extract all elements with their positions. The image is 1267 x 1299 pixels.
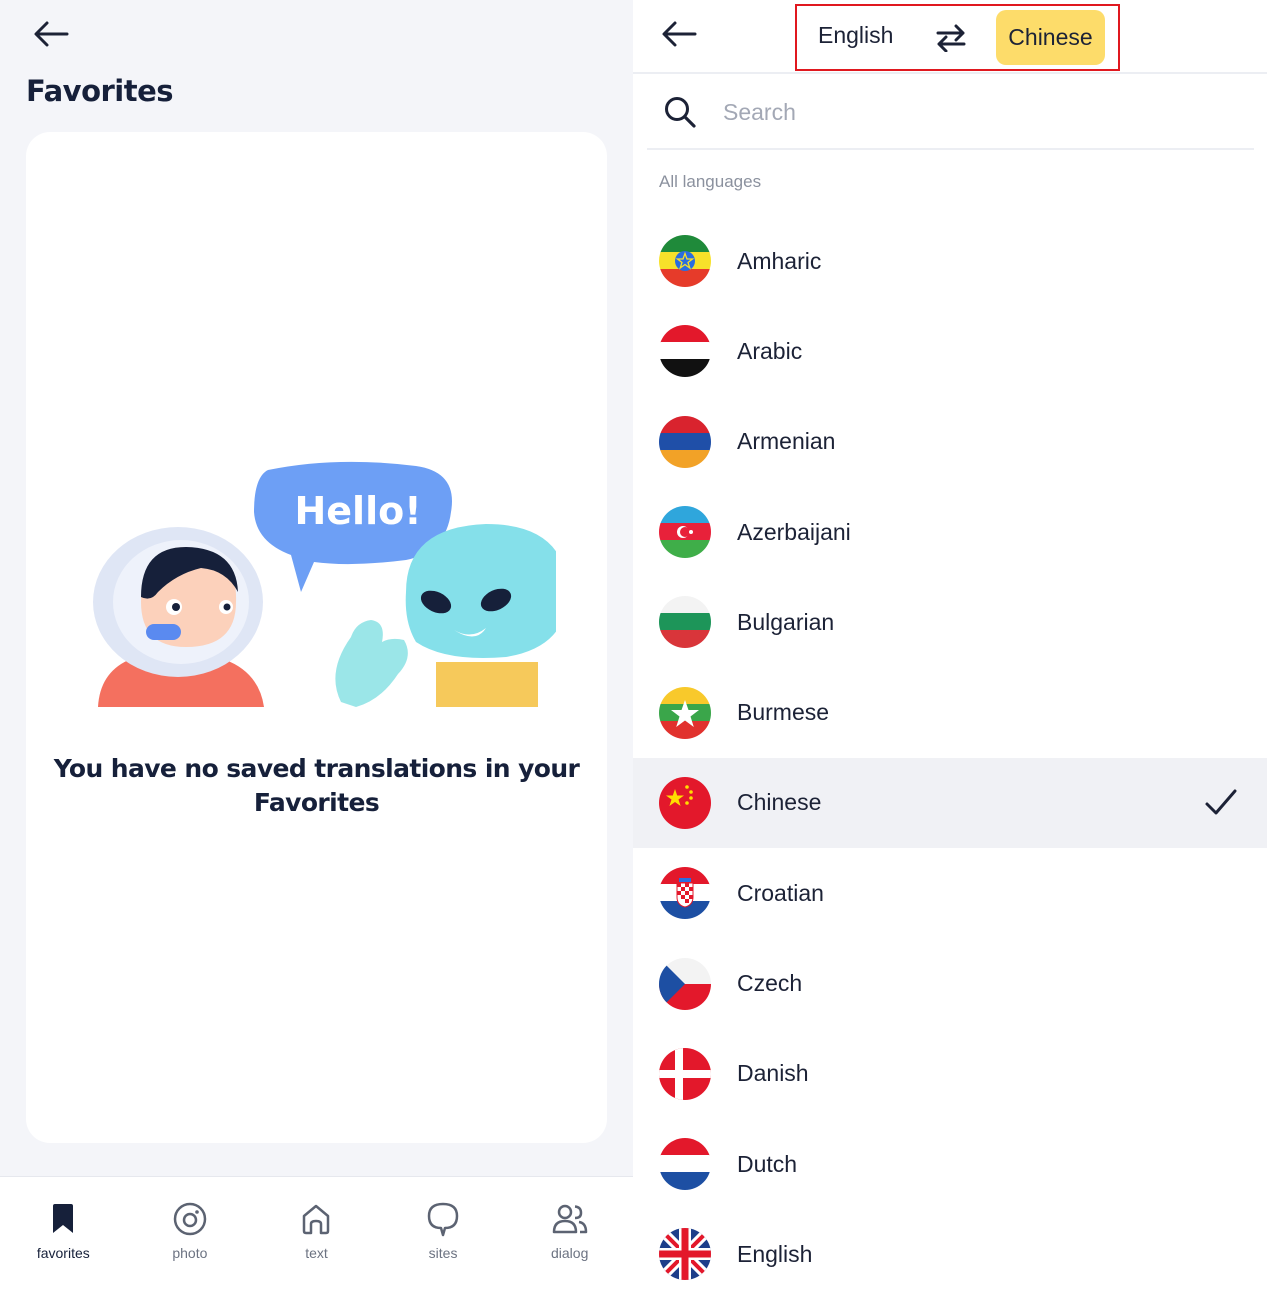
list-item-amharic[interactable]: Amharic: [633, 216, 1267, 306]
swap-languages-button[interactable]: [931, 20, 971, 56]
language-switcher: English Chinese: [795, 4, 1120, 71]
language-name: Danish: [737, 1060, 809, 1087]
checkmark-icon: [1205, 789, 1237, 815]
language-name: Burmese: [737, 699, 830, 726]
source-language-button[interactable]: English: [818, 22, 893, 49]
nav-label-sites: sites: [428, 1245, 458, 1261]
language-name: Croatian: [737, 879, 824, 906]
language-name: Bulgarian: [737, 608, 835, 635]
list-item-chinese[interactable]: Chinese: [633, 757, 1267, 849]
azerbaijan-flag-icon: [659, 506, 711, 559]
list-item-bulgarian[interactable]: Bulgarian: [633, 577, 1267, 667]
language-name: Amharic: [737, 247, 822, 274]
list-item-dutch[interactable]: Dutch: [633, 1119, 1267, 1209]
favorites-panel: Favorites Hello! You have no saved trans…: [0, 0, 633, 1299]
page-title: Favorites: [26, 74, 174, 108]
empty-state-illustration: Hello!: [93, 461, 556, 707]
list-item-arabic[interactable]: Arabic: [633, 306, 1267, 396]
list-item-croatian[interactable]: Croatian: [633, 848, 1267, 938]
list-item-armenian[interactable]: Armenian: [633, 397, 1267, 487]
language-name: Azerbaijani: [737, 518, 851, 545]
language-list: Amharic Arabic Armenian Azerbaijani Bulg…: [633, 216, 1267, 1299]
list-item-azerbaijani[interactable]: Azerbaijani: [633, 487, 1267, 577]
people-icon: [550, 1199, 590, 1239]
swap-arrows-icon: [936, 24, 966, 52]
camera-icon: [170, 1199, 210, 1239]
empty-state-message: You have no saved translations in your F…: [53, 754, 580, 817]
uk-flag-icon: [659, 1228, 711, 1281]
bookmark-icon: [43, 1199, 83, 1239]
back-button[interactable]: [653, 12, 705, 56]
nav-label-favorites: favorites: [36, 1245, 90, 1261]
language-name: Armenian: [737, 428, 836, 455]
back-button[interactable]: [25, 12, 77, 56]
nav-item-text[interactable]: text: [253, 1177, 380, 1299]
myanmar-flag-icon: [659, 686, 711, 739]
list-item-burmese[interactable]: Burmese: [633, 667, 1267, 757]
header-divider: [633, 72, 1267, 74]
search-bar: [647, 76, 1254, 150]
search-input[interactable]: [723, 98, 1223, 126]
nav-item-photo[interactable]: photo: [127, 1177, 254, 1299]
bottom-navigation: favorites photo text sites dialog: [0, 1176, 633, 1299]
nav-label-photo: photo: [172, 1245, 208, 1261]
nav-label-dialog: dialog: [550, 1245, 589, 1261]
nav-item-sites[interactable]: sites: [380, 1177, 507, 1299]
language-name: Dutch: [737, 1150, 798, 1177]
nav-item-dialog[interactable]: dialog: [506, 1177, 633, 1299]
language-name: Arabic: [737, 337, 803, 364]
home-icon: [296, 1199, 336, 1239]
china-flag-icon: [659, 776, 711, 829]
language-name: Chinese: [737, 789, 822, 816]
target-language-button[interactable]: Chinese: [996, 10, 1105, 65]
favorites-card: Hello! You have no saved translations in…: [26, 132, 607, 1143]
denmark-flag-icon: [659, 1047, 711, 1100]
bulgaria-flag-icon: [659, 596, 711, 649]
nav-label-text: text: [305, 1245, 328, 1261]
nav-item-favorites[interactable]: favorites: [0, 1177, 127, 1299]
section-label: All languages: [659, 172, 762, 191]
list-item-danish[interactable]: Danish: [633, 1029, 1267, 1119]
list-item-english[interactable]: English: [633, 1209, 1267, 1299]
croatia-flag-icon: [659, 867, 711, 920]
ethiopia-flag-icon: [659, 235, 711, 288]
netherlands-flag-icon: [659, 1138, 711, 1191]
search-icon: [647, 82, 713, 142]
hello-text: Hello!: [294, 489, 421, 533]
list-item-czech[interactable]: Czech: [633, 938, 1267, 1028]
language-picker-panel: English Chinese All languages Amharic Ar…: [633, 0, 1267, 1299]
arrow-left-icon: [662, 21, 697, 47]
arrow-left-icon: [34, 21, 69, 47]
armenia-flag-icon: [659, 415, 711, 468]
yemen-flag-icon: [659, 325, 711, 378]
language-name: English: [737, 1240, 813, 1267]
chat-bubble-icon: [423, 1199, 463, 1239]
language-name: Czech: [737, 970, 803, 997]
czech-flag-icon: [659, 957, 711, 1010]
